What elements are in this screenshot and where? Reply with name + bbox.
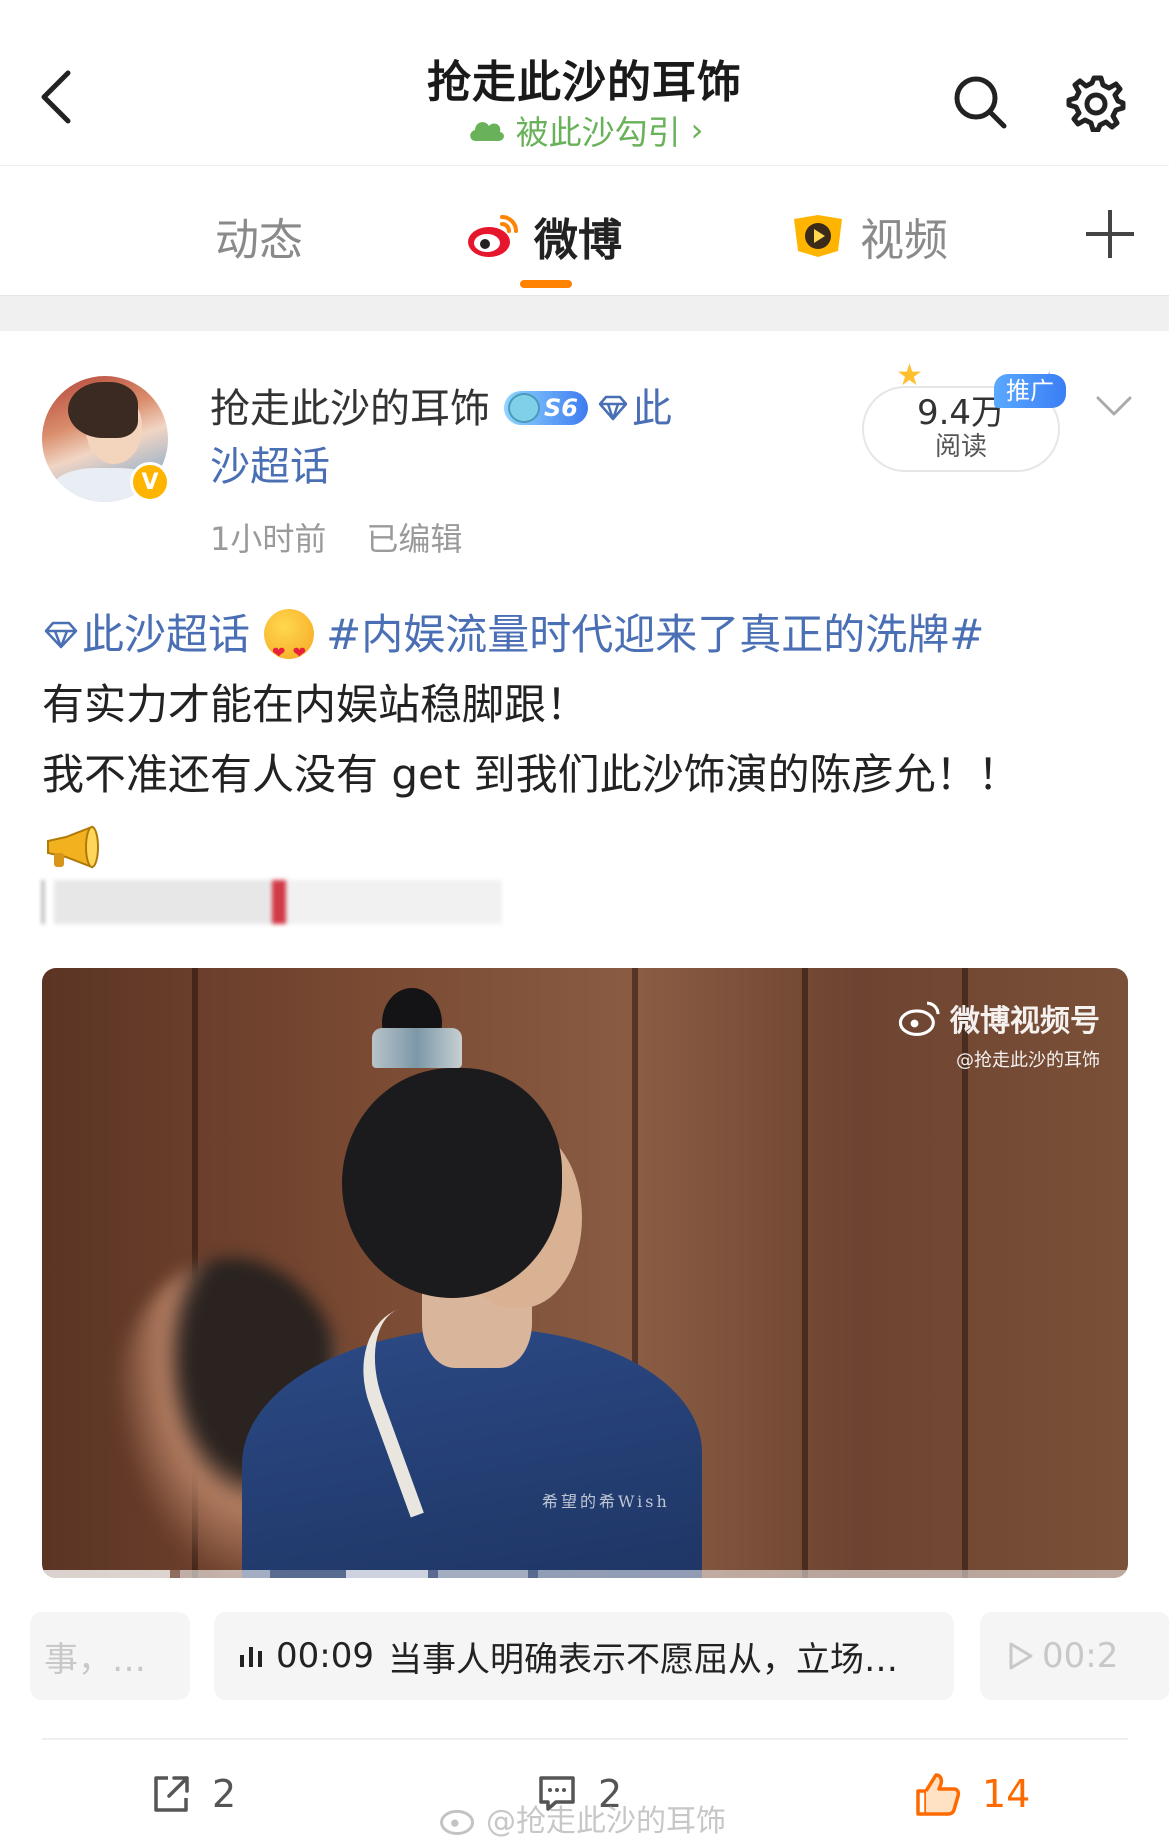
chevron-right-icon: ›: [690, 111, 704, 149]
video-player[interactable]: 希望的希Wish 微博视频号 @抢走此沙的耳饰: [42, 968, 1128, 1578]
tab-dynamic[interactable]: 动态: [215, 206, 303, 266]
plus-icon: [1086, 210, 1134, 258]
chapter-chip-prev[interactable]: 事，…: [30, 1612, 190, 1700]
chevron-down-icon: [1096, 396, 1132, 416]
chapter-chip-current[interactable]: 00:09 当事人明确表示不愿屈从，立场…: [214, 1612, 954, 1700]
gear-icon: [1066, 75, 1126, 133]
play-icon: [1009, 1642, 1033, 1670]
settings-button[interactable]: [1066, 72, 1126, 133]
post-line-4: [42, 810, 1132, 880]
post-author-line: 抢走此沙的耳饰 S6 此沙超话: [210, 380, 770, 496]
edited-label[interactable]: 已编辑: [366, 514, 462, 560]
video-subtitle: 希望的希Wish: [542, 1492, 670, 1511]
tab-video[interactable]: 视频: [790, 206, 948, 266]
promo-tag: 推广: [994, 374, 1066, 408]
read-label: 阅读: [934, 432, 987, 462]
diamond-icon: [598, 395, 628, 421]
chapter-progress-bar[interactable]: [42, 1570, 1128, 1578]
video-watermark: 微博视频号 @抢走此沙的耳饰: [898, 996, 1100, 1072]
brain-icon: [508, 393, 540, 423]
like-count: 14: [982, 1772, 1031, 1816]
heart-eyes-emoji-icon: [264, 608, 315, 688]
post-line-1: 此沙超话 #内娱流量时代迎来了真正的洗牌#: [42, 600, 1132, 688]
weibo-logo-icon: [440, 1809, 475, 1835]
add-tab-button[interactable]: [1082, 206, 1138, 262]
tab-weibo[interactable]: 微博: [466, 206, 622, 266]
audio-bars-icon: [240, 1645, 262, 1667]
post-time: 1小时前: [210, 520, 327, 558]
active-tab-indicator: [520, 280, 572, 288]
like-button[interactable]: 14: [914, 1764, 1030, 1824]
share-icon: [154, 1776, 189, 1812]
diamond-icon: [44, 621, 78, 648]
tab-label: 视频: [860, 215, 948, 266]
tab-label: 微博: [534, 215, 622, 266]
hair-crown: [372, 1028, 462, 1068]
search-button[interactable]: [950, 72, 1010, 132]
more-options-button[interactable]: [1094, 392, 1134, 422]
section-divider: [0, 295, 1169, 331]
chapter-title: 当事人明确表示不愿屈从，立场…: [387, 1639, 898, 1680]
fan-level-badge[interactable]: S6: [504, 391, 588, 425]
weibo-logo-icon: [468, 215, 518, 257]
post-line-3: 我不准还有人没有 get 到我们此沙饰演的陈彦允！！: [42, 750, 1020, 799]
blurred-text-line: [42, 880, 502, 924]
page-watermark: @抢走此沙的耳饰: [440, 1796, 726, 1840]
thumbs-up-icon: [916, 1773, 961, 1816]
hashtag-link[interactable]: #内娱流量时代迎来了真正的洗牌#: [326, 610, 984, 659]
chapter-time: 00:09: [276, 1636, 374, 1676]
fan-group-label: 被此沙勾引: [515, 113, 681, 152]
search-icon: [954, 76, 1007, 129]
post-meta: 1小时前 已编辑: [210, 514, 462, 560]
post-content: 此沙超话 #内娱流量时代迎来了真正的洗牌# 有实力才能在内娱站稳脚跟！ 我不准还有…: [42, 600, 1132, 880]
chapter-chip-next[interactable]: 00:2: [980, 1612, 1169, 1700]
tab-label: 动态: [215, 215, 303, 266]
verified-badge-icon: V: [130, 462, 170, 502]
profile-tabs: 动态 微博 视频: [0, 165, 1169, 295]
megaphone-icon: [47, 825, 99, 868]
repost-count: 2: [212, 1772, 237, 1816]
username[interactable]: 抢走此沙的耳饰: [210, 386, 490, 432]
weibo-logo-icon: [898, 1001, 940, 1036]
repost-button[interactable]: 2: [150, 1764, 236, 1824]
video-play-icon: [794, 215, 842, 257]
super-topic-tag[interactable]: 此沙超话: [42, 610, 250, 659]
cloud-icon: [469, 122, 504, 141]
top-nav-bar: 抢走此沙的耳饰 被此沙勾引 ›: [0, 0, 1169, 165]
action-divider: [42, 1738, 1128, 1740]
post-line-2: 有实力才能在内娱站稳脚跟！: [42, 680, 589, 729]
